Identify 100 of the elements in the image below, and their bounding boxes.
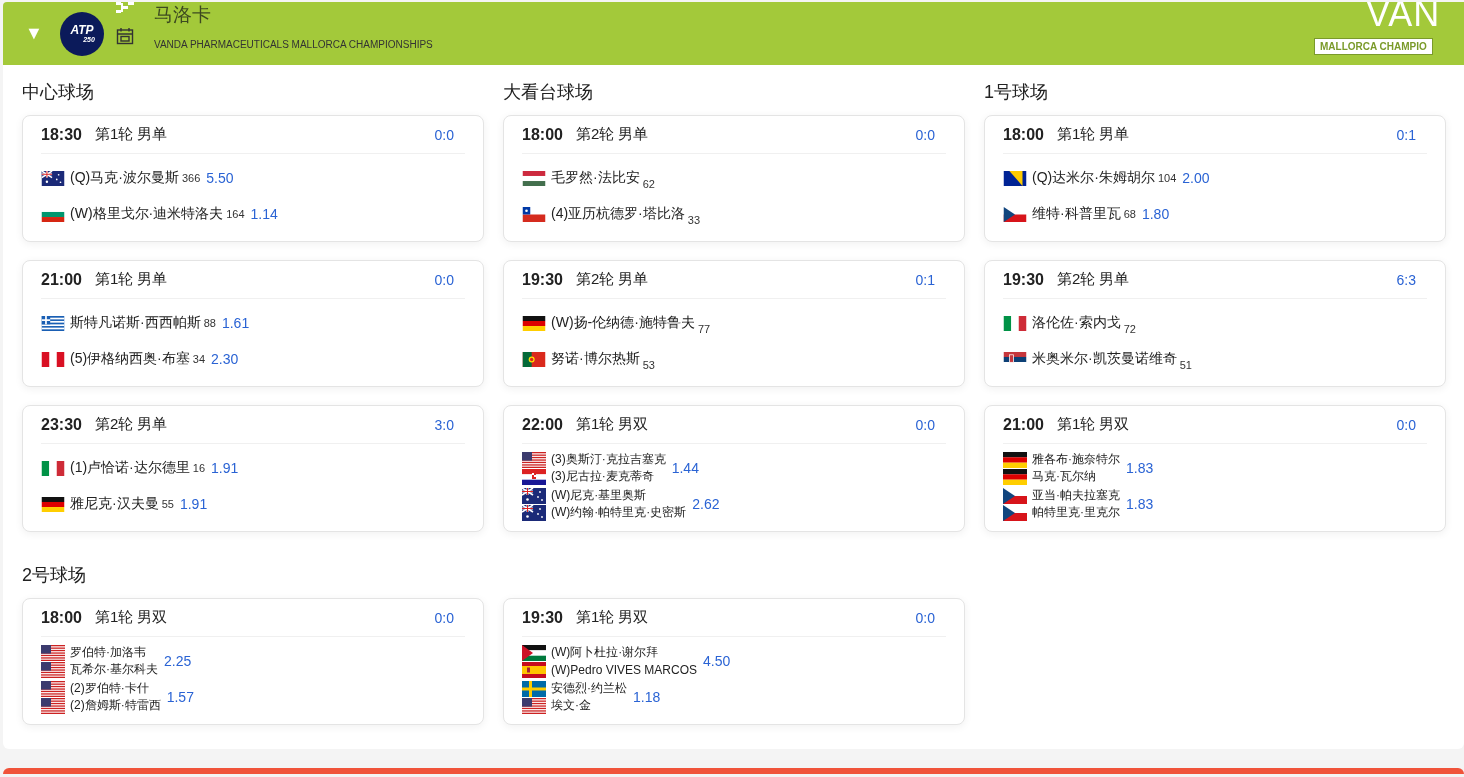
betting-odds[interactable]: 4.50: [703, 653, 731, 669]
betting-odds[interactable]: 1.83: [1126, 496, 1154, 512]
betting-odds[interactable]: 1.14: [250, 206, 278, 222]
betting-odds[interactable]: 2.30: [211, 351, 239, 367]
flag-icon: [522, 170, 546, 186]
player-ranking: 88: [203, 317, 216, 329]
match-time: 18:00: [1003, 125, 1044, 144]
player-name[interactable]: 马克·瓦尔纳: [1032, 468, 1096, 485]
player-ranking: 164: [226, 208, 245, 220]
betting-odds[interactable]: 1.91: [211, 460, 239, 476]
match-card[interactable]: 19:30 第2轮 男单 0:1 (W)扬-伦纳德·施特鲁夫 77 努诺·博尔热斯 53: [503, 260, 965, 387]
tournament-title: 马洛卡: [154, 3, 212, 26]
player-name[interactable]: 雅各布·施奈特尔: [1032, 451, 1120, 468]
match-round: 第1轮 男单: [1056, 125, 1130, 144]
player-name[interactable]: (Q)马克·波尔曼斯: [70, 169, 179, 187]
betting-odds[interactable]: 2.62: [692, 496, 720, 512]
match-round: 第1轮 男双: [575, 608, 649, 627]
flag-icon: [1003, 206, 1027, 222]
player-name[interactable]: (2)詹姆斯·特雷西: [70, 697, 161, 714]
calendar-icon[interactable]: [116, 27, 134, 45]
match-score: 3:0: [434, 416, 454, 433]
flag-icon: [522, 315, 546, 331]
betting-odds[interactable]: 1.80: [1141, 206, 1170, 222]
player-name[interactable]: (3)奥斯汀·克拉吉塞克: [551, 451, 666, 468]
player-ranking: 33: [687, 214, 701, 226]
player-name[interactable]: (5)伊格纳西奥·布塞: [70, 350, 190, 368]
match-score: 0:0: [915, 416, 935, 433]
match-time: 22:00: [522, 415, 563, 434]
flag-icon: [522, 351, 546, 367]
match-card[interactable]: 18:00 第2轮 男单 0:0 毛罗然·法比安 62 (4)亚历杭德罗·塔比洛 33: [503, 115, 965, 242]
match-round: 第1轮 男单: [94, 125, 168, 144]
player-name[interactable]: 米奥米尔·凯茨曼诺维奇: [1032, 350, 1177, 368]
match-card[interactable]: 19:30 第2轮 男单 6:3 洛伦佐·索内戈 72 米奥米尔·凯茨曼诺维奇 51: [984, 260, 1446, 387]
player-ranking: 55: [161, 498, 174, 510]
match-time: 18:00: [41, 608, 82, 627]
flag-icon: [522, 644, 546, 661]
player-name[interactable]: 罗伯特·加洛韦: [70, 644, 146, 661]
flag-icon: [41, 661, 65, 678]
match-card[interactable]: 21:00 第1轮 男单 0:0 斯特凡诺斯·西西帕斯 88 1.61 (5)伊格纳西奥·布塞 34 2.30: [22, 260, 484, 387]
match-round: 第2轮 男单: [575, 270, 649, 289]
player-name[interactable]: 亚当·帕夫拉塞克: [1032, 487, 1120, 504]
flag-icon: [522, 468, 546, 485]
player-name[interactable]: (1)卢恰诺·达尔德里: [70, 459, 190, 477]
flag-icon: [41, 315, 65, 331]
player-name[interactable]: (4)亚历杭德罗·塔比洛: [551, 205, 685, 223]
flag-icon: [1003, 451, 1027, 468]
match-score: 0:0: [434, 271, 454, 288]
flag-icon: [522, 504, 546, 521]
flag-icon: [522, 680, 546, 697]
player-name[interactable]: (W)阿卜杜拉·谢尔拜: [551, 644, 659, 661]
player-name[interactable]: (3)尼古拉·麦克蒂奇: [551, 468, 654, 485]
betting-odds[interactable]: 1.57: [166, 689, 194, 705]
player-name[interactable]: 努诺·博尔热斯: [551, 350, 640, 368]
match-round: 第1轮 男双: [1056, 415, 1130, 434]
match-score: 0:1: [915, 271, 935, 288]
player-ranking: 62: [642, 178, 655, 190]
flag-icon: [41, 460, 65, 476]
player-name[interactable]: (W)尼克·基里奥斯: [551, 487, 647, 504]
player-name[interactable]: 雅尼克·汉夫曼: [70, 495, 159, 513]
flag-icon: [1003, 468, 1027, 485]
player-name[interactable]: 维特·科普里瓦: [1032, 205, 1121, 223]
match-round: 第1轮 男双: [94, 608, 168, 627]
player-name[interactable]: (W)Pedro VIVES MARCOS: [551, 662, 698, 677]
player-name[interactable]: 安德烈·约兰松: [551, 680, 627, 697]
betting-odds[interactable]: 1.18: [633, 689, 661, 705]
tournament-subtitle: VANDA PHARMACEUTICALS MALLORCA CHAMPIONSHIPS: [154, 39, 433, 50]
player-name[interactable]: (Q)达米尔·朱姆胡尔: [1032, 169, 1155, 187]
player-ranking: 34: [192, 353, 206, 365]
player-name[interactable]: 帕特里克·里克尔: [1032, 504, 1120, 521]
player-name[interactable]: 洛伦佐·索内戈: [1032, 314, 1121, 332]
player-name[interactable]: 斯特凡诺斯·西西帕斯: [70, 314, 201, 332]
player-name[interactable]: (W)格里戈尔·迪米特洛夫: [70, 205, 224, 223]
match-time: 19:30: [522, 270, 563, 289]
match-round: 第2轮 男单: [1056, 270, 1130, 289]
betting-odds[interactable]: 5.50: [206, 170, 234, 186]
match-round: 第2轮 男单: [94, 415, 168, 434]
player-name[interactable]: 瓦希尔·基尔科夫: [70, 661, 158, 678]
flag-icon: [1003, 504, 1027, 521]
player-ranking: 16: [192, 462, 206, 474]
player-name[interactable]: (W)扬-伦纳德·施特鲁夫: [551, 314, 695, 332]
betting-odds[interactable]: 2.25: [164, 653, 192, 669]
match-time: 23:30: [41, 415, 82, 434]
match-round: 第2轮 男单: [575, 125, 649, 144]
player-name[interactable]: (W)约翰·帕特里克·史密斯: [551, 504, 687, 521]
betting-odds[interactable]: 1.91: [179, 496, 208, 512]
betting-odds[interactable]: 1.83: [1126, 460, 1154, 476]
match-card[interactable]: 18:30 第1轮 男单 0:0 (Q)马克·波尔曼斯 366 5.50 (W)格里戈尔·迪米特洛夫 164 1.14: [22, 115, 484, 242]
player-name[interactable]: 埃文·金: [551, 697, 591, 714]
flag-icon: [522, 661, 546, 678]
player-name[interactable]: 毛罗然·法比安: [551, 169, 640, 187]
betting-odds[interactable]: 1.44: [671, 460, 699, 476]
player-name[interactable]: (2)罗伯特·卡什: [70, 680, 149, 697]
betting-odds[interactable]: 1.61: [221, 315, 250, 331]
match-card[interactable]: 23:30 第2轮 男单 3:0 (1)卢恰诺·达尔德里 16 1.91 雅尼克·汉夫曼 55 1.91: [22, 405, 484, 532]
player-ranking: 77: [697, 323, 711, 335]
betting-odds[interactable]: 2.00: [1182, 170, 1210, 186]
match-card[interactable]: 18:00 第1轮 男单 0:1 (Q)达米尔·朱姆胡尔 104 2.00 维特·科普里瓦 68 1.80: [984, 115, 1446, 242]
match-round: 第1轮 男单: [94, 270, 168, 289]
player-ranking: 104: [1157, 172, 1177, 184]
match-time: 19:30: [522, 608, 563, 627]
